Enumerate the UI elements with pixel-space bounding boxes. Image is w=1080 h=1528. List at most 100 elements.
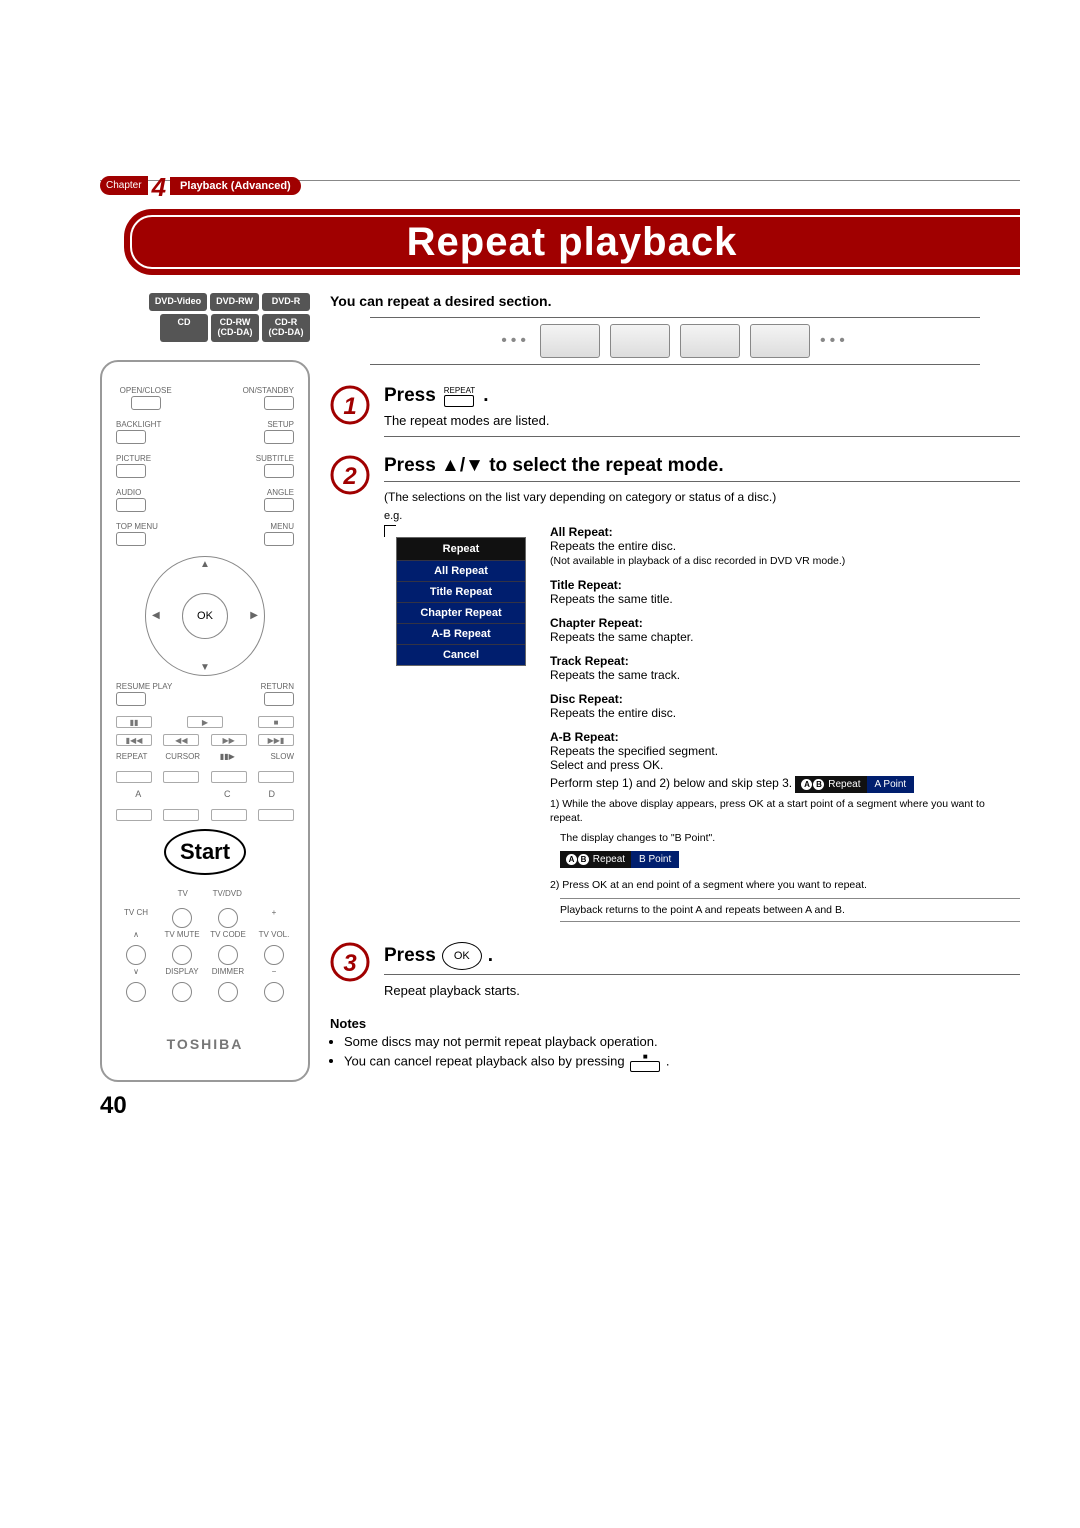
- remote-key: [163, 809, 199, 821]
- osd-menu-item: Title Repeat: [397, 581, 525, 602]
- step-number-icon: 1: [330, 385, 370, 425]
- step-3: 3 Press OK . Repeat playback starts.: [330, 942, 1020, 1006]
- chapter-prefix: Chapter: [100, 176, 148, 195]
- mode-body: Repeats the entire disc.: [550, 539, 676, 553]
- step-number-icon: 2: [330, 455, 370, 495]
- remote-key-label: +: [254, 908, 294, 928]
- step-title-text: .: [488, 945, 493, 967]
- mode-heading: A-B Repeat:: [550, 730, 1020, 744]
- remote-key: [116, 809, 152, 821]
- remote-key: [264, 945, 284, 965]
- mode-heading: All Repeat:: [550, 525, 1020, 539]
- film-frame-icon: [610, 324, 670, 358]
- manual-page: Chapter 4 Playback (Advanced) Repeat pla…: [0, 0, 1080, 1180]
- brand-logo: TOSHIBA: [116, 1036, 294, 1052]
- film-strip-illustration: ••• •••: [370, 317, 980, 365]
- remote-transport: ▮◀◀◀◀▶▶▶▶▮: [116, 734, 294, 746]
- osd-menu-item: Cancel: [397, 644, 525, 665]
- remote-key-label: AUDIO: [116, 488, 141, 497]
- osd-repeat-menu: Repeat All Repeat Title Repeat Chapter R…: [396, 537, 526, 666]
- note-item: You can cancel repeat playback also by p…: [344, 1052, 1020, 1072]
- ok-key-icon: OK: [442, 942, 482, 970]
- osd-menu-item: All Repeat: [397, 560, 525, 581]
- remote-key-label: DIMMER: [208, 967, 248, 976]
- remote-key-label: TV VOL.: [254, 930, 294, 939]
- remote-key-label: D: [250, 789, 295, 799]
- step-title-text: .: [483, 385, 488, 407]
- remote-key: [264, 430, 294, 444]
- step-note: (The selections on the list vary dependi…: [384, 490, 1020, 504]
- badge: CD: [160, 314, 208, 342]
- remote-key: [172, 908, 192, 928]
- remote-key-label: RESUME PLAY: [116, 682, 172, 691]
- mode-heading: Track Repeat:: [550, 654, 1020, 668]
- film-frame-icon: [750, 324, 810, 358]
- remote-transport: ▮▮▶■: [116, 716, 294, 728]
- disc-badges: DVD-Video DVD-RW DVD-R CD CD-RW (CD-DA) …: [100, 293, 310, 342]
- remote-key-label: SLOW: [270, 752, 294, 761]
- repeat-key-icon: REPEAT: [444, 386, 475, 407]
- remote-key-label: PICTURE: [116, 454, 151, 463]
- remote-key-label: REPEAT: [116, 752, 147, 761]
- remote-key-label: TV MUTE: [162, 930, 202, 939]
- remote-key: [264, 532, 294, 546]
- remote-key-label: ON/STANDBY: [243, 386, 294, 395]
- notes-heading: Notes: [330, 1016, 1020, 1031]
- right-arrow-icon: ▶: [250, 610, 258, 621]
- remote-key-label: TV CH: [116, 908, 156, 928]
- remote-key-label: TV: [161, 889, 206, 898]
- osd-menu-header: Repeat: [397, 538, 525, 560]
- badge: CD-R (CD-DA): [262, 314, 310, 342]
- remote-key-label: TV/DVD: [205, 889, 250, 898]
- step-title-text: Press ▲/▼ to select the repeat mode.: [384, 455, 724, 477]
- chapter-number: 4: [152, 172, 166, 203]
- remote-key-label: A: [116, 789, 161, 799]
- mode-body: Repeats the same title.: [550, 592, 673, 606]
- mode-heading: Disc Repeat:: [550, 692, 1020, 706]
- left-arrow-icon: ◀: [152, 610, 160, 621]
- remote-key: [218, 982, 238, 1002]
- remote-key-label: OPEN/CLOSE: [120, 386, 172, 395]
- remote-key: [172, 982, 192, 1002]
- svg-text:2: 2: [342, 463, 357, 490]
- mode-body: Repeats the same chapter.: [550, 630, 693, 644]
- remote-key: [116, 464, 146, 478]
- remote-key-label: TOP MENU: [116, 522, 158, 531]
- remote-key-label: ANGLE: [267, 488, 294, 497]
- badge: DVD-R: [262, 293, 310, 311]
- ab-step-text: 2) Press OK at an end point of a segment…: [550, 878, 1020, 892]
- page-title: Repeat playback: [407, 220, 738, 265]
- divider: [384, 481, 1020, 482]
- osd-menu-item: A-B Repeat: [397, 623, 525, 644]
- remote-key: [116, 430, 146, 444]
- mode-heading: Title Repeat:: [550, 578, 1020, 592]
- svg-text:1: 1: [343, 393, 356, 420]
- mode-descriptions: All Repeat: Repeats the entire disc. (No…: [550, 525, 1020, 932]
- mode-body: Select and press OK.: [550, 758, 663, 772]
- remote-key: [211, 809, 247, 821]
- note-item: Some discs may not permit repeat playbac…: [344, 1034, 1020, 1049]
- divider: [384, 436, 1020, 437]
- remote-key-label: SUBTITLE: [256, 454, 294, 463]
- remote-key: [211, 771, 247, 783]
- remote-key: [258, 809, 294, 821]
- remote-key: [218, 908, 238, 928]
- ab-note: Playback returns to the point A and repe…: [560, 903, 1020, 917]
- remote-dpad: ▲ ▼ ◀ ▶ OK: [145, 556, 265, 676]
- step-subtext: The repeat modes are listed.: [384, 413, 1020, 428]
- ab-note: The display changes to "B Point".: [560, 831, 1020, 845]
- remote-key: [172, 945, 192, 965]
- remote-key: [126, 982, 146, 1002]
- start-callout: Start: [155, 829, 255, 875]
- remote-key: [264, 396, 294, 410]
- up-arrow-icon: ▲: [200, 559, 210, 570]
- step-1: 1 Press REPEAT . The repeat modes are li…: [330, 385, 1020, 445]
- remote-key: [218, 945, 238, 965]
- down-arrow-icon: ▼: [200, 662, 210, 673]
- remote-key: [264, 982, 284, 1002]
- step-2: 2 Press ▲/▼ to select the repeat mode. (…: [330, 455, 1020, 932]
- svg-text:3: 3: [343, 950, 357, 977]
- film-frame-icon: [680, 324, 740, 358]
- step-title-text: Press: [384, 385, 436, 407]
- ab-repeat-chip: AB Repeat B Point: [560, 851, 679, 868]
